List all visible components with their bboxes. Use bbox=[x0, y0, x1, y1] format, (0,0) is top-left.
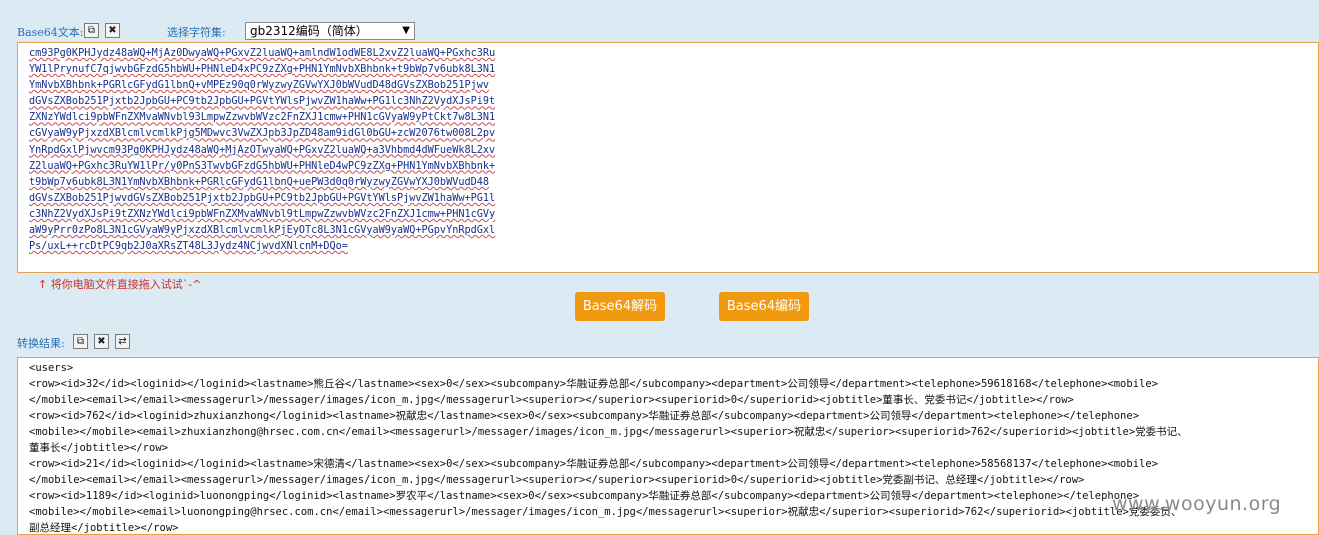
result-label: 转换结果: bbox=[17, 337, 65, 350]
charset-label: 选择字符集: bbox=[167, 26, 226, 39]
drag-drop-hint: ↑ 将你电脑文件直接拖入试试`-^ bbox=[38, 278, 202, 291]
result-line: <mobile></mobile><email>zhuxianzhong@hrs… bbox=[29, 426, 1188, 438]
clear-icon[interactable]: ✖ bbox=[105, 23, 120, 38]
base64-line: dGVsZXBob251Pjxtb2JpbGU+PC9tb2JpbGU+PGVt… bbox=[29, 96, 496, 108]
charset-select[interactable]: gb2312编码（简体） ▼ bbox=[245, 22, 415, 40]
base64-line: Z2luaWQ+PGxhc3RuYW1lPr/y0PnS3TwvbGFzdG5h… bbox=[29, 160, 496, 172]
base64-line: c3NhZ2VydXJsPi9tZXNzYWdlci9pbWFnZXMvaWNv… bbox=[29, 208, 496, 220]
result-line: 副总经理</jobtitle></row> bbox=[29, 522, 179, 534]
base64-line: YnRpdGxlPjwvcm93Pg0KPHJydz48aWQ+MjAzOTwy… bbox=[29, 144, 496, 156]
encode-button[interactable]: Base64编码 bbox=[719, 292, 809, 321]
watermark: www.wooyun.org bbox=[1112, 493, 1282, 515]
result-line: <users> bbox=[29, 362, 74, 374]
base64-line: cGVyaW9yPjxzdXBlcmlvcmlkPjg5MDwvc3VwZXJp… bbox=[29, 128, 496, 140]
base64-line: aW9yPrr0zPo8L3N1cGVyaW9yPjxzdXBlcmlvcmlk… bbox=[29, 225, 496, 237]
result-line: </mobile><email></email><messagerurl>/me… bbox=[29, 474, 1085, 486]
base64-line: ZXNzYWdlci9pbWFnZXMvaWNvbl93LmpwZzwvbWVz… bbox=[29, 112, 496, 124]
result-line: 董事长</jobtitle></row> bbox=[29, 442, 168, 454]
copy-icon[interactable]: ⧉ bbox=[73, 334, 88, 349]
charset-selected-value: gb2312编码（简体） bbox=[250, 24, 368, 38]
base64-line: YmNvbXBhbnk+PGRlcGFydG1lbnQ+vMPEz90q0rWy… bbox=[29, 80, 490, 92]
base64-line: t9bWp7v6ubk8L3N1YmNvbXBhbnk+PGRlcGFydG1l… bbox=[29, 176, 490, 188]
swap-icon[interactable]: ⇄ bbox=[115, 334, 130, 349]
chevron-down-icon: ▼ bbox=[402, 25, 410, 36]
base64-line: Ps/uxL++rcDtPC9qb2J0aXRsZT48L3Jydz4NCjwv… bbox=[29, 241, 348, 253]
base64-input[interactable]: cm93Pg0KPHJydz48aWQ+MjAz0DwyaWQ+PGxvZ2lu… bbox=[17, 42, 1319, 273]
base64-line: cm93Pg0KPHJydz48aWQ+MjAz0DwyaWQ+PGxvZ2lu… bbox=[29, 48, 496, 59]
base64-text-label: Base64文本: bbox=[17, 26, 84, 39]
result-line: <row><id>762</id><loginid>zhuxianzhong</… bbox=[29, 410, 1140, 422]
copy-icon[interactable]: ⧉ bbox=[84, 23, 99, 38]
result-line: </mobile><email></email><messagerurl>/me… bbox=[29, 394, 1074, 406]
result-line: <row><id>32</id><loginid></loginid><last… bbox=[29, 378, 1158, 390]
clear-icon[interactable]: ✖ bbox=[94, 334, 109, 349]
base64-line: YW1lPrynufC7qjwvbGFzdG5hbWU+PHNleD4xPC9z… bbox=[29, 64, 496, 76]
result-line: <row><id>21</id><loginid></loginid><last… bbox=[29, 458, 1158, 470]
decode-button[interactable]: Base64解码 bbox=[575, 292, 665, 321]
base64-line: dGVsZXBob251PjwvdGVsZXBob251Pjxtb2JpbGU+… bbox=[29, 192, 496, 204]
